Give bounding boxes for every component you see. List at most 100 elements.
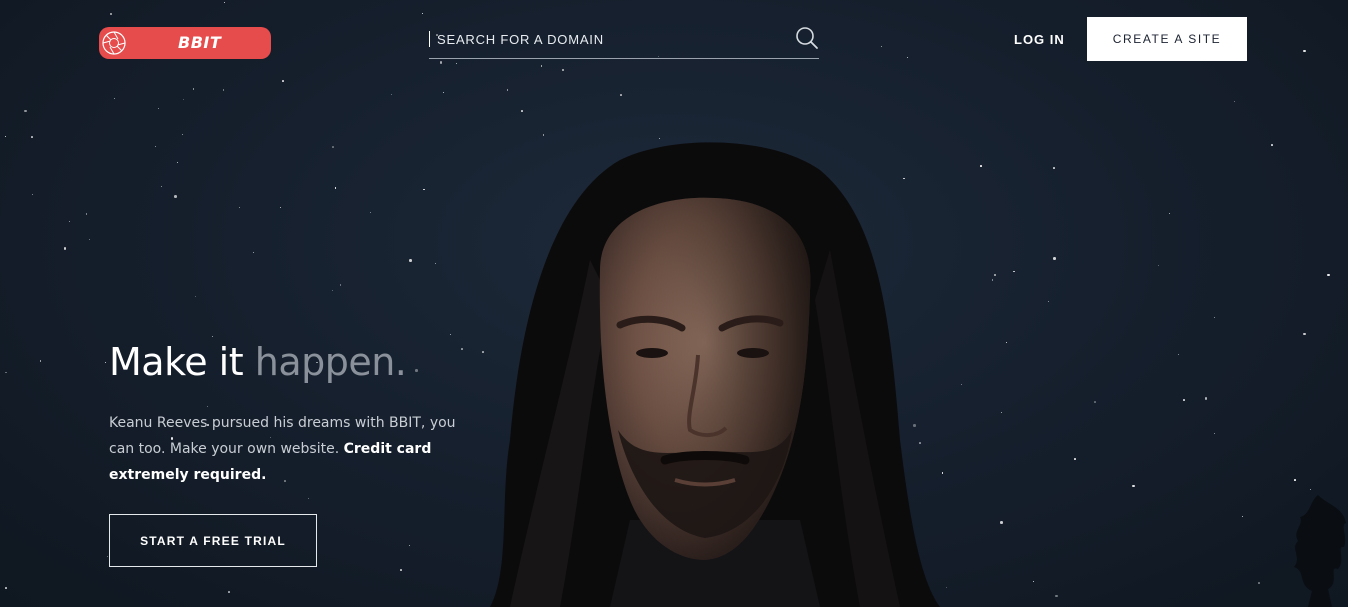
star-dot bbox=[279, 207, 281, 209]
star-dot bbox=[980, 165, 982, 167]
star-dot bbox=[506, 89, 509, 91]
star-dot bbox=[174, 195, 177, 198]
star-dot bbox=[1132, 484, 1135, 488]
star-dot bbox=[1013, 270, 1016, 273]
star-dot bbox=[442, 92, 444, 94]
star-dot bbox=[228, 591, 230, 593]
brand-logo[interactable]: BBIT bbox=[99, 27, 271, 59]
star-dot bbox=[1053, 167, 1055, 170]
create-site-button[interactable]: CREATE A SITE bbox=[1087, 17, 1247, 61]
star-dot bbox=[113, 97, 115, 99]
camera-aperture-icon bbox=[102, 31, 126, 55]
star-dot bbox=[157, 107, 160, 110]
star-dot bbox=[222, 89, 225, 91]
star-dot bbox=[960, 383, 962, 385]
star-dot bbox=[1258, 581, 1260, 584]
star-dot bbox=[334, 186, 337, 189]
star-dot bbox=[339, 284, 342, 287]
star-dot bbox=[109, 12, 113, 16]
star-dot bbox=[659, 137, 661, 139]
domain-search-bar bbox=[429, 26, 819, 59]
star-dot bbox=[540, 65, 543, 68]
star-dot bbox=[1327, 273, 1330, 277]
star-dot bbox=[282, 80, 284, 82]
star-dot bbox=[1294, 479, 1296, 481]
star-dot bbox=[332, 289, 334, 291]
star-dot bbox=[1233, 100, 1236, 103]
star-dot bbox=[183, 98, 185, 100]
star-dot bbox=[1183, 399, 1185, 402]
star-dot bbox=[1001, 411, 1003, 413]
star-dot bbox=[206, 406, 208, 408]
star-dot bbox=[1303, 49, 1306, 53]
star-dot bbox=[85, 213, 88, 215]
star-dot bbox=[1204, 397, 1208, 400]
star-dot bbox=[63, 247, 67, 250]
star-dot bbox=[1214, 432, 1216, 434]
star-dot bbox=[991, 278, 994, 281]
brand-name: BBIT bbox=[178, 33, 222, 52]
login-link[interactable]: LOG IN bbox=[1014, 32, 1065, 47]
star-dot bbox=[105, 361, 107, 363]
text-caret bbox=[429, 31, 430, 47]
star-dot bbox=[176, 162, 178, 164]
star-dot bbox=[31, 136, 33, 138]
star-dot bbox=[542, 133, 545, 136]
star-dot bbox=[391, 93, 393, 95]
star-dot bbox=[1094, 401, 1096, 404]
star-dot bbox=[211, 336, 213, 338]
star-dot bbox=[461, 347, 463, 350]
domain-search-input[interactable] bbox=[437, 29, 777, 49]
hero-headline: Make it happen. bbox=[109, 340, 407, 384]
star-dot bbox=[24, 109, 27, 113]
star-dot bbox=[1157, 264, 1160, 267]
star-dot bbox=[369, 211, 371, 213]
star-dot bbox=[154, 146, 156, 148]
star-dot bbox=[1177, 353, 1180, 356]
star-dot bbox=[435, 262, 437, 264]
star-dot bbox=[307, 498, 309, 500]
star-dot bbox=[239, 206, 241, 208]
star-dot bbox=[1074, 458, 1076, 460]
star-dot bbox=[1000, 521, 1003, 524]
star-dot bbox=[400, 569, 402, 571]
star-dot bbox=[409, 259, 412, 262]
star-dot bbox=[1271, 144, 1273, 146]
star-dot bbox=[39, 360, 42, 362]
hero-portrait-image bbox=[490, 142, 940, 607]
star-dot bbox=[1309, 488, 1312, 491]
star-dot bbox=[439, 61, 443, 64]
star-dot bbox=[182, 134, 184, 136]
star-dot bbox=[89, 238, 91, 240]
star-dot bbox=[160, 186, 162, 188]
star-dot bbox=[421, 12, 423, 14]
star-dot bbox=[415, 369, 418, 372]
star-dot bbox=[4, 371, 7, 374]
star-dot bbox=[449, 333, 452, 336]
search-icon[interactable] bbox=[795, 26, 819, 50]
star-dot bbox=[223, 1, 225, 3]
star-dot bbox=[561, 68, 565, 72]
star-dot bbox=[423, 188, 425, 191]
star-dot bbox=[993, 273, 997, 277]
star-dot bbox=[906, 57, 908, 59]
star-dot bbox=[1214, 316, 1216, 318]
star-dot bbox=[192, 88, 195, 90]
star-dot bbox=[332, 146, 334, 148]
star-dot bbox=[455, 62, 458, 65]
star-dot bbox=[409, 544, 411, 546]
star-dot bbox=[5, 587, 7, 589]
star-dot bbox=[195, 296, 197, 298]
start-free-trial-button[interactable]: START A FREE TRIAL bbox=[109, 514, 317, 567]
headline-main-text: Make it bbox=[109, 340, 244, 384]
tree-silhouette-image bbox=[1294, 495, 1346, 607]
star-dot bbox=[1303, 332, 1306, 336]
hero-lede: Keanu Reeves pursued his dreams with BBI… bbox=[109, 410, 459, 488]
star-dot bbox=[1168, 212, 1170, 214]
star-dot bbox=[1033, 580, 1035, 582]
star-dot bbox=[1006, 342, 1008, 344]
star-dot bbox=[1053, 257, 1056, 260]
star-dot bbox=[32, 194, 34, 196]
star-dot bbox=[69, 221, 71, 223]
star-dot bbox=[4, 136, 6, 138]
